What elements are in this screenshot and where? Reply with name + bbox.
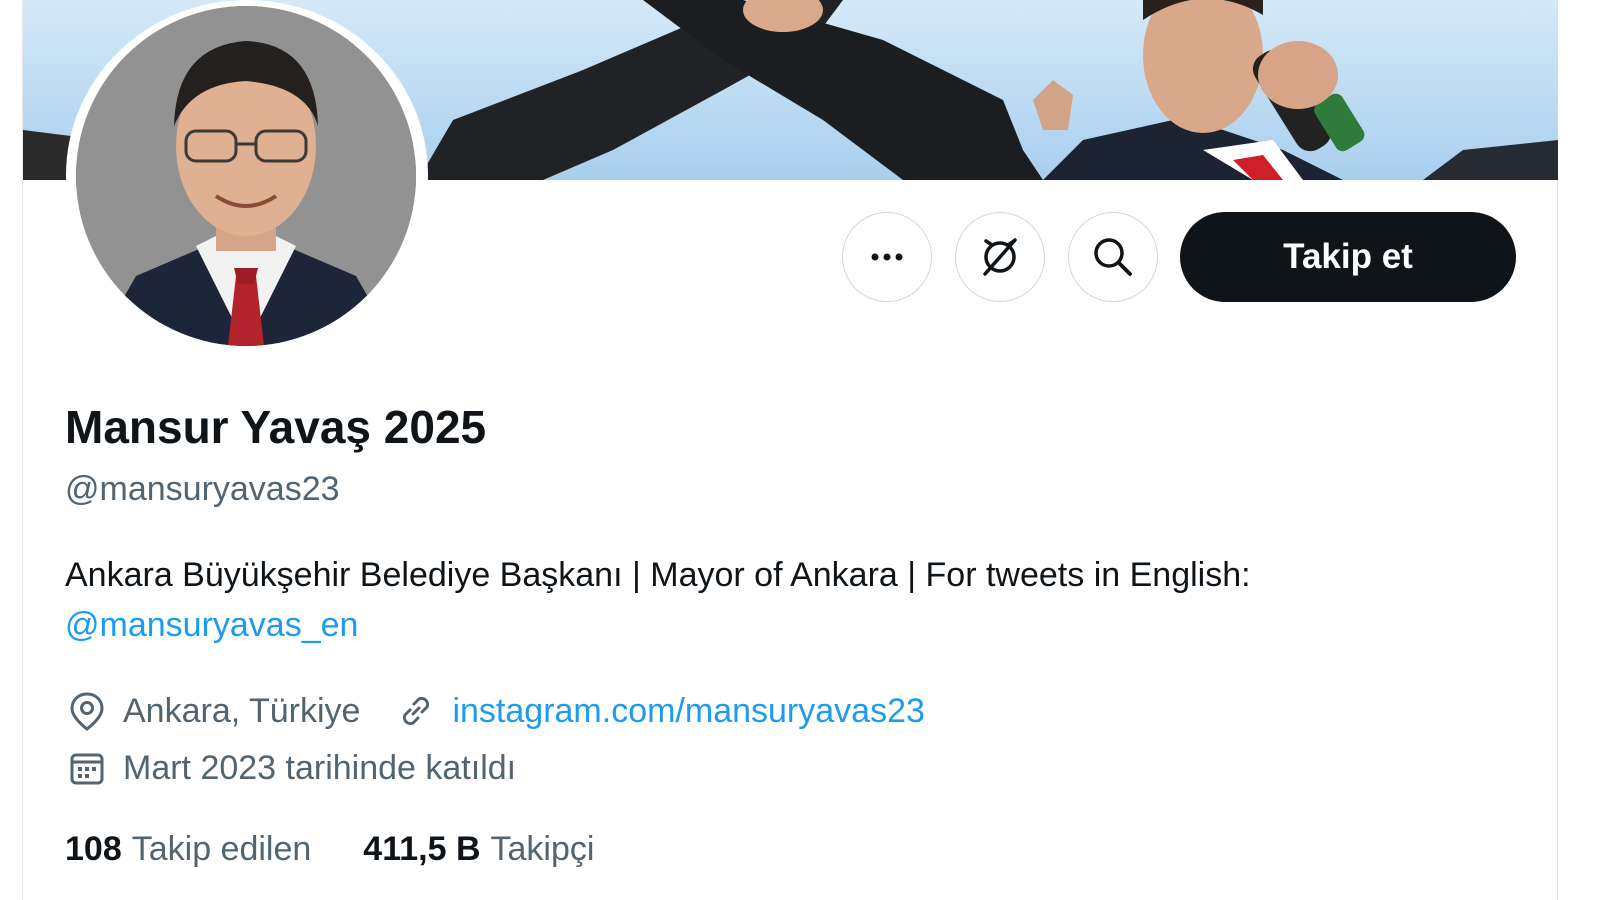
left-gutter <box>0 0 23 900</box>
website-link[interactable]: instagram.com/mansuryavas23 <box>452 692 924 731</box>
bio-text: Ankara Büyükşehir Belediye Başkanı | May… <box>65 556 1251 594</box>
followers-label: Takipçi <box>490 830 595 868</box>
more-button[interactable] <box>842 212 932 302</box>
profile-bio: Ankara Büyükşehir Belediye Başkanı | May… <box>65 550 1495 650</box>
search-button[interactable] <box>1068 212 1158 302</box>
followers-count: 411,5 B <box>363 830 481 868</box>
joined-row: Mart 2023 tarihinde katıldı <box>65 745 516 791</box>
followers-link[interactable]: 411,5 B Takipçi <box>363 830 594 869</box>
following-link[interactable]: 108 Takip edilen <box>65 830 311 869</box>
profile-stats: 108 Takip edilen 411,5 B Takipçi <box>65 830 646 869</box>
user-handle: @mansuryavas23 <box>65 470 340 508</box>
more-icon <box>871 253 903 261</box>
follow-button[interactable]: Takip et <box>1180 212 1516 302</box>
following-count: 108 <box>65 830 122 868</box>
location-icon <box>65 689 109 733</box>
profile-meta-row: Ankara, Türkiye instagram.com/mansuryava… <box>65 688 925 734</box>
display-name: Mansur Yavaş 2025 <box>65 401 487 453</box>
search-icon <box>1094 238 1132 276</box>
right-gutter <box>1557 0 1600 900</box>
joined-text: Mart 2023 tarihinde katıldı <box>123 748 517 787</box>
profile-page: Takip et Mansur Yavaş 2025 @mansuryavas2… <box>0 0 1600 900</box>
bio-mention-link[interactable]: @mansuryavas_en <box>65 606 358 644</box>
notifications-off-icon <box>983 238 1017 276</box>
avatar[interactable] <box>76 6 416 346</box>
location-text: Ankara, Türkiye <box>123 691 361 730</box>
calendar-icon <box>65 746 109 790</box>
avatar-photo <box>76 6 416 346</box>
subscribe-button[interactable] <box>955 212 1045 302</box>
following-label: Takip edilen <box>131 830 312 868</box>
link-icon <box>394 689 438 733</box>
